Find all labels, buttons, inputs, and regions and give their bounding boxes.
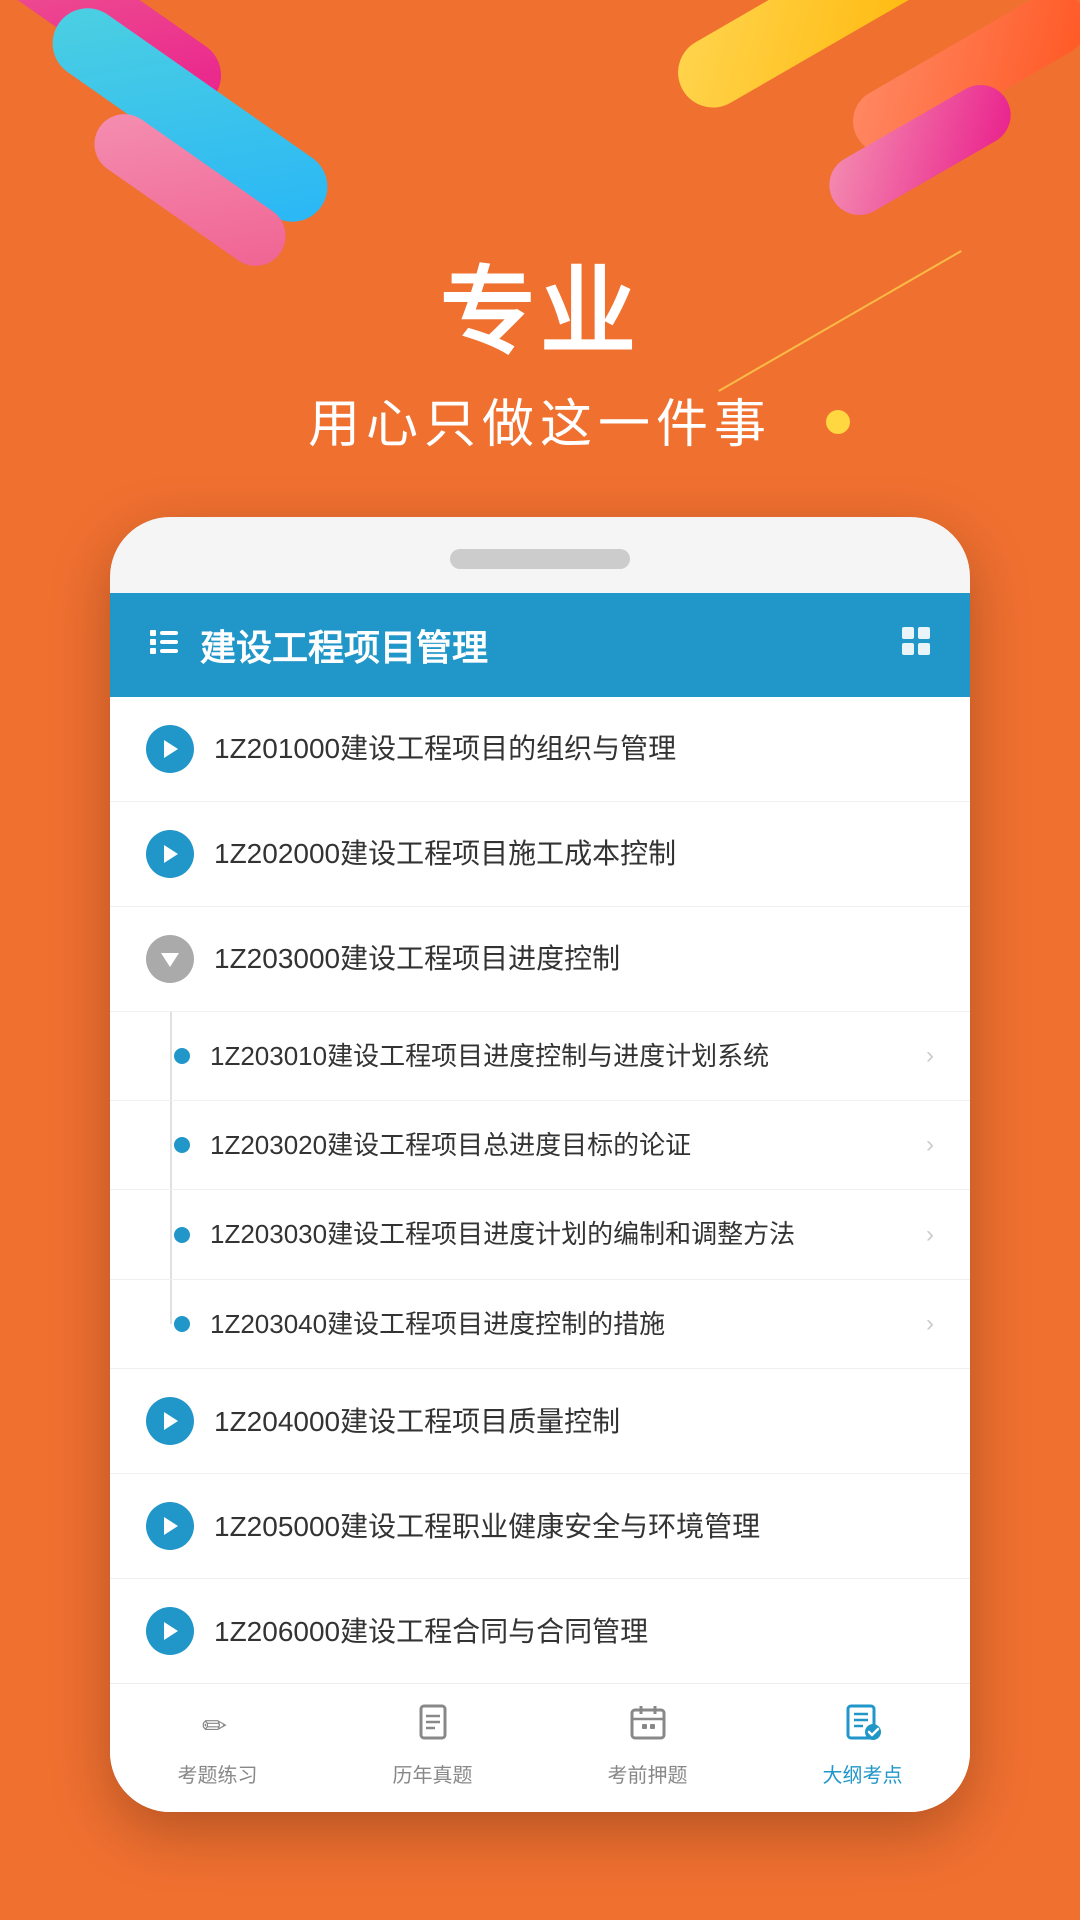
list-container: 1Z201000建设工程项目的组织与管理 1Z202000建设工程项目施工成本控… bbox=[110, 697, 970, 1684]
sub-item[interactable]: 1Z203030建设工程项目进度计划的编制和调整方法 › bbox=[110, 1190, 970, 1279]
sub-dot-3 bbox=[174, 1227, 190, 1243]
item-icon-4 bbox=[146, 1397, 194, 1445]
nav-label-2: 历年真题 bbox=[393, 1759, 473, 1788]
sub-dot-2 bbox=[174, 1137, 190, 1153]
list-item[interactable]: 1Z203000建设工程项目进度控制 bbox=[110, 907, 970, 1012]
nav-item-syllabus[interactable]: 大纲考点 bbox=[803, 1702, 923, 1788]
item-icon-5 bbox=[146, 1502, 194, 1550]
chevron-icon-3: › bbox=[926, 1221, 934, 1249]
sub-section: 1Z203010建设工程项目进度控制与进度计划系统 › 1Z203020建设工程… bbox=[110, 1012, 970, 1370]
sub-text-3: 1Z203030建设工程项目进度计划的编制和调整方法 bbox=[210, 1216, 906, 1252]
content-header: 建设工程项目管理 bbox=[110, 593, 970, 697]
nav-label-4: 大纲考点 bbox=[823, 1759, 903, 1788]
item-text-5: 1Z205000建设工程职业健康安全与环境管理 bbox=[214, 1507, 934, 1546]
item-text-4: 1Z204000建设工程项目质量控制 bbox=[214, 1402, 934, 1441]
item-icon-1 bbox=[146, 725, 194, 773]
item-text-1: 1Z201000建设工程项目的组织与管理 bbox=[214, 729, 934, 768]
list-item[interactable]: 1Z206000建设工程合同与合同管理 bbox=[110, 1579, 970, 1683]
phone-mockup: 建设工程项目管理 1Z201000建设工程项目的组织与管理 1Z202000建设 bbox=[110, 517, 970, 1813]
hero-title: 专业 bbox=[0, 260, 1080, 366]
item-text-2: 1Z202000建设工程项目施工成本控制 bbox=[214, 834, 934, 873]
list-icon bbox=[146, 623, 182, 667]
header-left: 建设工程项目管理 bbox=[146, 619, 488, 671]
sub-text-1: 1Z203010建设工程项目进度控制与进度计划系统 bbox=[210, 1038, 906, 1074]
hero-subtitle: 用心只做这一件事 bbox=[0, 382, 1080, 457]
nav-item-practice[interactable]: ✏ 考题练习 bbox=[158, 1702, 278, 1788]
hero-section: 专业 用心只做这一件事 bbox=[0, 0, 1080, 517]
sub-item[interactable]: 1Z203010建设工程项目进度控制与进度计划系统 › bbox=[110, 1012, 970, 1101]
item-icon-3 bbox=[146, 935, 194, 983]
item-icon-2 bbox=[146, 830, 194, 878]
grid-icon[interactable] bbox=[898, 623, 934, 667]
doc-icon bbox=[413, 1702, 453, 1751]
item-text-3: 1Z203000建设工程项目进度控制 bbox=[214, 939, 934, 978]
header-title: 建设工程项目管理 bbox=[200, 619, 488, 671]
bottom-nav: ✏ 考题练习 历年真题 bbox=[110, 1683, 970, 1812]
calendar-icon bbox=[628, 1702, 668, 1751]
sub-dot-1 bbox=[174, 1048, 190, 1064]
item-icon-6 bbox=[146, 1607, 194, 1655]
pencil-icon: ✏ bbox=[198, 1702, 238, 1751]
sub-item[interactable]: 1Z203040建设工程项目进度控制的措施 › bbox=[110, 1280, 970, 1369]
nav-item-history[interactable]: 历年真题 bbox=[373, 1702, 493, 1788]
item-text-6: 1Z206000建设工程合同与合同管理 bbox=[214, 1612, 934, 1651]
svg-text:✏: ✏ bbox=[202, 1710, 227, 1742]
nav-label-1: 考题练习 bbox=[178, 1759, 258, 1788]
chevron-icon-1: › bbox=[926, 1042, 934, 1070]
phone-notch bbox=[450, 549, 630, 569]
list-item[interactable]: 1Z201000建设工程项目的组织与管理 bbox=[110, 697, 970, 802]
sub-text-2: 1Z203020建设工程项目总进度目标的论证 bbox=[210, 1127, 906, 1163]
sub-dot-4 bbox=[174, 1316, 190, 1332]
list-item[interactable]: 1Z202000建设工程项目施工成本控制 bbox=[110, 802, 970, 907]
list-item[interactable]: 1Z205000建设工程职业健康安全与环境管理 bbox=[110, 1474, 970, 1579]
nav-label-3: 考前押题 bbox=[608, 1759, 688, 1788]
list-item[interactable]: 1Z204000建设工程项目质量控制 bbox=[110, 1369, 970, 1474]
sub-text-4: 1Z203040建设工程项目进度控制的措施 bbox=[210, 1306, 906, 1342]
chevron-icon-4: › bbox=[926, 1310, 934, 1338]
chevron-icon-2: › bbox=[926, 1131, 934, 1159]
nav-item-prediction[interactable]: 考前押题 bbox=[588, 1702, 708, 1788]
book-icon bbox=[843, 1702, 883, 1751]
sub-item[interactable]: 1Z203020建设工程项目总进度目标的论证 › bbox=[110, 1101, 970, 1190]
